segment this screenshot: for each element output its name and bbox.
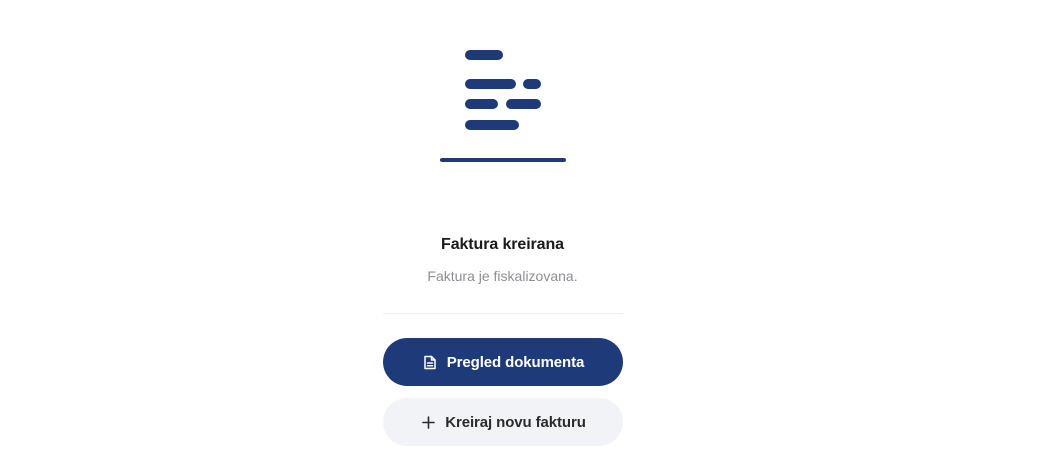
create-new-invoice-label: Kreiraj novu fakturu [445, 413, 586, 431]
plus-icon [420, 414, 436, 430]
illustration-line [465, 120, 519, 130]
view-document-button[interactable]: Pregled dokumenta [383, 338, 623, 386]
page-title: Faktura kreirana [441, 236, 564, 253]
page-subtitle: Faktura je fiskalizovana. [427, 268, 578, 284]
invoice-created-illustration [438, 48, 568, 166]
document-icon [422, 354, 438, 370]
illustration-line [523, 79, 541, 89]
illustration-baseline [440, 158, 566, 162]
illustration-line [465, 50, 503, 60]
view-document-label: Pregled dokumenta [446, 353, 585, 371]
divider [383, 313, 623, 314]
document-lines-icon [440, 50, 566, 162]
create-new-invoice-button[interactable]: Kreiraj novu fakturu [383, 398, 623, 446]
illustration-line [506, 99, 541, 109]
illustration-line [465, 79, 516, 89]
illustration-line [465, 99, 498, 109]
